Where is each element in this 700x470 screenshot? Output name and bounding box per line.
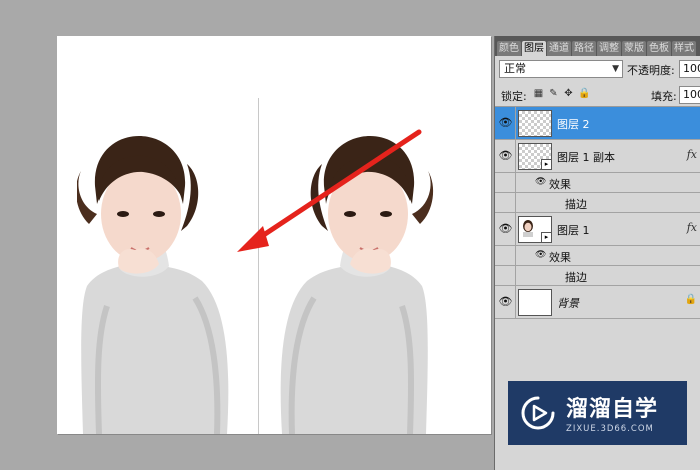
tab-channels[interactable]: 通道 [547,41,571,56]
opacity-label: 不透明度: [627,64,675,77]
layer-thumbnail: ▸ [518,216,552,243]
effects-row[interactable]: 👁 效果 [495,246,700,266]
tab-masks[interactable]: 蒙版 [622,41,646,56]
fx-icon[interactable]: fx [687,221,697,234]
watermark-title: 溜溜自学 [566,397,659,422]
layer-thumbnail [518,110,552,137]
eye-icon[interactable]: 👁 [498,221,513,236]
lock-position-icon[interactable]: ✥ [563,87,574,100]
layer-name[interactable]: 背景 [557,295,579,311]
eye-icon[interactable]: 👁 [535,175,546,190]
smart-object-icon: ▸ [541,232,552,243]
lock-all-icon[interactable]: 🔒 [578,87,590,100]
portrait-thumbnail-icon [523,220,533,237]
eye-icon[interactable]: 👁 [498,294,513,309]
opacity-input[interactable]: 100% [679,60,700,78]
document-canvas[interactable] [57,36,491,434]
effects-row[interactable]: 👁 效果 [495,173,700,193]
fx-icon[interactable]: fx [687,148,697,161]
effects-label: 效果 [549,251,571,264]
lock-image-pixels-icon[interactable]: ✎ [548,87,559,100]
tab-paths[interactable]: 路径 [572,41,596,56]
tab-swatches[interactable]: 色板 [647,41,671,56]
tab-adjustments[interactable]: 调整 [597,41,621,56]
fill-label: 填充: [651,90,677,103]
tab-color[interactable]: 颜色 [497,41,521,56]
stroke-label: 描边 [565,271,587,284]
eye-icon[interactable]: 👁 [498,148,513,163]
blend-mode-value: 正常 [504,62,526,75]
eye-icon[interactable]: 👁 [535,248,546,263]
layer-row-background[interactable]: 👁 背景 🔒 [495,286,700,319]
lock-icon: 🔒 [684,294,697,305]
red-arrow-annotation [237,129,422,252]
layer-thumbnail: ▸ [518,143,552,170]
lock-label: 锁定: [501,90,527,103]
tab-layers[interactable]: 图层 [522,41,546,56]
layer-thumbnail [518,289,552,316]
panel-tabs: 颜色 图层 通道 路径 调整 蒙版 色板 样式 [495,36,700,56]
stroke-effect-row[interactable]: 描边 [495,193,700,213]
smart-object-icon: ▸ [541,159,552,170]
layer-row-layer-1[interactable]: 👁 ▸ 图层 1 fx [495,213,700,246]
layers-list: 👁 图层 2 👁 ▸ 图层 1 副本 fx 👁 效果 描边 👁 ▸ 图层 1 f… [495,106,700,319]
tab-styles[interactable]: 样式 [672,41,696,56]
stroke-effect-row[interactable]: 描边 [495,266,700,286]
layer-row-layer-2[interactable]: 👁 图层 2 [495,107,700,140]
fill-input[interactable]: 100% [679,86,700,104]
watermark-url: ZIXUE.3D66.COM [566,424,654,434]
eye-icon[interactable]: 👁 [498,115,513,130]
layer-row-layer-1-copy[interactable]: 👁 ▸ 图层 1 副本 fx [495,140,700,173]
layer-name[interactable]: 图层 1 副本 [557,149,615,165]
effects-label: 效果 [549,178,571,191]
chevron-down-icon: ▼ [612,64,619,74]
layer-name[interactable]: 图层 2 [557,116,590,132]
watermark-logo: 溜溜自学 ZIXUE.3D66.COM [508,381,687,445]
play-logo-icon [521,396,555,430]
layer-name[interactable]: 图层 1 [557,222,590,238]
lock-transparent-pixels-icon[interactable]: ▦ [533,87,544,100]
stroke-label: 描边 [565,198,587,211]
blend-mode-select[interactable]: 正常 ▼ [499,60,623,78]
